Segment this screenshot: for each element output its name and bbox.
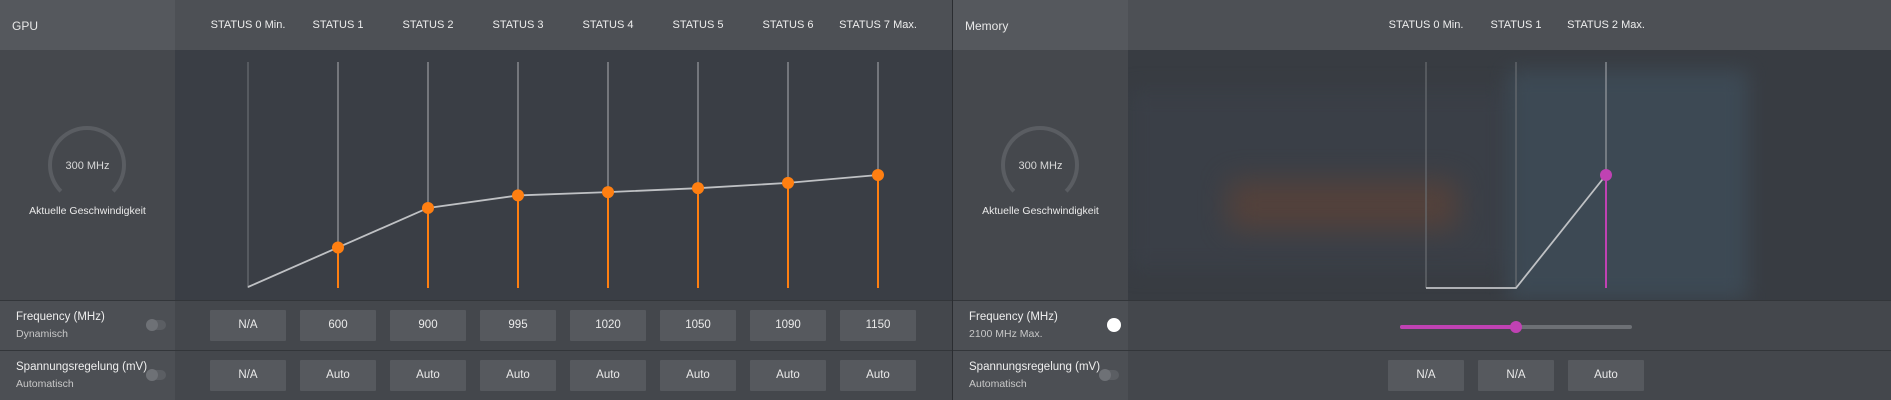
memory-frequency-row: Frequency (MHz) 2100 MHz Max. — [953, 300, 1891, 351]
memory-voltage-cell-2[interactable]: Auto — [1568, 360, 1644, 391]
gpu-voltage-cell-2[interactable]: Auto — [390, 360, 466, 391]
memory-frequency-toggle[interactable] — [1099, 318, 1121, 332]
gpu-frequency-mode: Dynamisch — [16, 328, 68, 340]
gpu-state-point — [332, 241, 344, 254]
memory-voltage-label: Spannungsregelung (mV) — [969, 361, 1101, 373]
gpu-state-5-header: STATUS 5 — [672, 19, 724, 31]
gpu-title: GPU — [12, 19, 39, 33]
gpu-state-4-header: STATUS 4 — [582, 19, 634, 31]
gpu-state-1-header: STATUS 1 — [312, 19, 364, 31]
memory-state-1-header: STATUS 1 — [1490, 19, 1542, 31]
memory-header: Memory STATUS 0 Min. STATUS 1 STATUS 2 M… — [953, 0, 1891, 50]
gpu-state-point — [872, 169, 884, 181]
memory-state-2-header: STATUS 2 Max. — [1567, 19, 1645, 31]
memory-state-point — [1600, 169, 1612, 181]
gpu-state-point — [782, 176, 794, 189]
memory-frequency-graph[interactable] — [953, 50, 1891, 300]
gpu-voltage-cell-6[interactable]: Auto — [750, 360, 826, 391]
gpu-frequency-graph[interactable] — [0, 50, 952, 300]
gpu-state-point — [692, 182, 704, 195]
memory-panel: Memory STATUS 0 Min. STATUS 1 STATUS 2 M… — [953, 0, 1891, 400]
gpu-header: GPU STATUS 0 Min. STATUS 1 STATUS 2 STAT… — [0, 0, 952, 50]
gpu-frequency-label: Frequency (MHz) — [16, 311, 105, 323]
memory-frequency-slider-thumb[interactable] — [1510, 321, 1522, 333]
gpu-voltage-cell-7[interactable]: Auto — [840, 360, 916, 391]
gpu-voltage-cell-3[interactable]: Auto — [480, 360, 556, 391]
gpu-state-0-header: STATUS 0 Min. — [210, 19, 286, 31]
memory-frequency-label: Frequency (MHz) — [969, 311, 1058, 323]
memory-voltage-cell-0[interactable]: N/A — [1388, 360, 1464, 391]
gpu-state-3-header: STATUS 3 — [492, 19, 544, 31]
gpu-frequency-cell-0[interactable]: N/A — [210, 310, 286, 341]
gpu-voltage-toggle[interactable] — [146, 369, 166, 381]
memory-frequency-slider-fill — [1400, 325, 1516, 329]
memory-state-0-header: STATUS 0 Min. — [1388, 19, 1464, 31]
gpu-state-2-header: STATUS 2 — [402, 19, 454, 31]
gpu-frequency-cell-6[interactable]: 1090 — [750, 310, 826, 341]
gpu-frequency-cell-4[interactable]: 1020 — [570, 310, 646, 341]
gpu-frequency-cell-2[interactable]: 900 — [390, 310, 466, 341]
gpu-panel: GPU STATUS 0 Min. STATUS 1 STATUS 2 STAT… — [0, 0, 952, 400]
memory-title: Memory — [965, 19, 1009, 33]
gpu-voltage-cell-0[interactable]: N/A — [210, 360, 286, 391]
gpu-state-6-header: STATUS 6 — [762, 19, 814, 31]
gpu-frequency-toggle[interactable] — [146, 319, 166, 331]
gpu-state-point — [512, 189, 524, 202]
gpu-frequency-cell-1[interactable]: 600 — [300, 310, 376, 341]
gpu-frequency-row: Frequency (MHz) Dynamisch N/A 600 900 99… — [0, 300, 952, 351]
memory-voltage-row: Spannungsregelung (mV) Automatisch N/A N… — [953, 350, 1891, 400]
gpu-voltage-cell-5[interactable]: Auto — [660, 360, 736, 391]
memory-voltage-mode: Automatisch — [969, 378, 1027, 390]
memory-frequency-mode: 2100 MHz Max. — [969, 328, 1043, 340]
gpu-frequency-cell-5[interactable]: 1050 — [660, 310, 736, 341]
memory-voltage-toggle[interactable] — [1099, 369, 1119, 381]
gpu-voltage-row: Spannungsregelung (mV) Automatisch N/A A… — [0, 350, 952, 400]
gpu-frequency-curve — [247, 174, 879, 288]
gpu-state-7-header: STATUS 7 Max. — [839, 19, 917, 31]
gpu-frequency-cell-7[interactable]: 1150 — [840, 310, 916, 341]
gpu-state-point — [602, 186, 614, 199]
memory-voltage-cell-1[interactable]: N/A — [1478, 360, 1554, 391]
gpu-state-point — [422, 201, 434, 214]
gpu-voltage-label: Spannungsregelung (mV) — [16, 361, 148, 373]
gpu-frequency-cell-3[interactable]: 995 — [480, 310, 556, 341]
gpu-voltage-cell-4[interactable]: Auto — [570, 360, 646, 391]
gpu-voltage-cell-1[interactable]: Auto — [300, 360, 376, 391]
gpu-voltage-mode: Automatisch — [16, 378, 74, 390]
